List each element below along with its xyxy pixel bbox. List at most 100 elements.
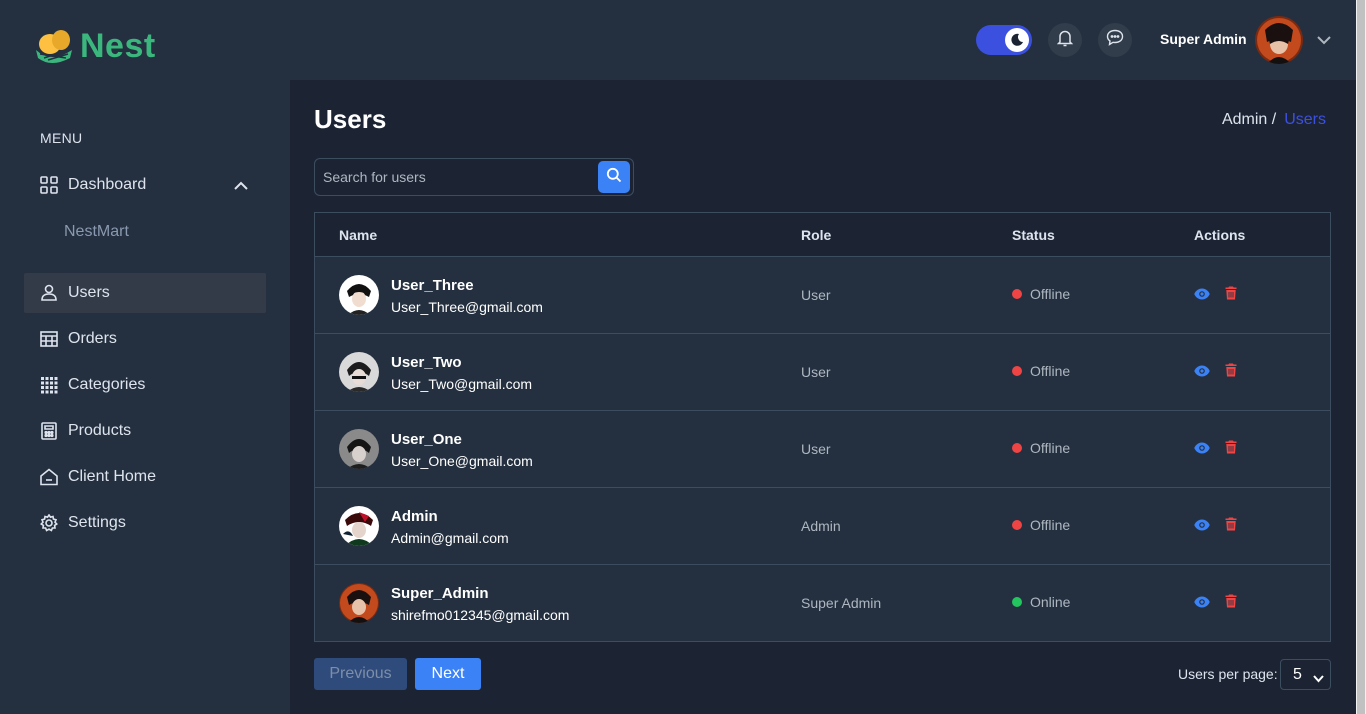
table-icon: [40, 330, 58, 348]
user-role: User: [801, 364, 831, 380]
status-text: Offline: [1030, 363, 1071, 379]
delete-icon[interactable]: [1225, 363, 1237, 382]
sidebar-item-label: Settings: [68, 514, 126, 531]
view-icon[interactable]: [1194, 441, 1210, 459]
sidebar-item-products[interactable]: Products: [24, 411, 266, 451]
sidebar-subitem-nestmart[interactable]: NestMart: [64, 223, 129, 241]
delete-icon[interactable]: [1225, 440, 1237, 459]
status-dot: [1012, 520, 1022, 530]
messages-button[interactable]: [1098, 23, 1132, 57]
menu-heading: MENU: [40, 130, 83, 146]
calculator-icon: [40, 422, 58, 440]
user-name: User_Two: [391, 354, 462, 371]
delete-icon[interactable]: [1225, 286, 1237, 305]
user-name: User_One: [391, 431, 462, 448]
nest-logo-icon: [26, 24, 76, 68]
header-avatar[interactable]: [1255, 16, 1303, 64]
sidebar-item-client-home[interactable]: Client Home: [24, 457, 266, 497]
user-status: Offline: [1012, 286, 1070, 302]
dots-grid-icon: [40, 376, 58, 394]
bell-icon: [1056, 29, 1074, 52]
scrollbar-thumb[interactable]: [1357, 0, 1365, 714]
user-role: Super Admin: [801, 595, 882, 611]
user-email: Admin@gmail.com: [391, 530, 509, 546]
sidebar: Nest MENU Dashboard NestMart Users Order…: [0, 0, 290, 714]
sidebar-item-categories[interactable]: Categories: [24, 365, 266, 405]
sidebar-item-dashboard[interactable]: Dashboard: [24, 165, 266, 205]
sidebar-item-label: Categories: [68, 376, 146, 393]
table-row: Admin Admin@gmail.com Admin Offline: [315, 488, 1330, 565]
sidebar-item-label: Orders: [68, 330, 117, 347]
user-status: Offline: [1012, 440, 1070, 456]
scrollbar[interactable]: [1356, 0, 1366, 714]
sidebar-item-orders[interactable]: Orders: [24, 319, 266, 359]
delete-icon[interactable]: [1225, 517, 1237, 536]
sidebar-item-label: Users: [68, 284, 110, 301]
status-dot: [1012, 366, 1022, 376]
chevron-down-icon[interactable]: [1317, 32, 1331, 50]
sidebar-item-users[interactable]: Users: [24, 273, 266, 313]
chat-icon: [1106, 29, 1124, 51]
search-input[interactable]: [315, 159, 595, 195]
sidebar-item-label: Products: [68, 422, 132, 439]
home-icon: [40, 468, 58, 486]
avatar: [339, 275, 379, 315]
breadcrumb-current[interactable]: Users: [1284, 111, 1326, 129]
delete-icon[interactable]: [1225, 594, 1237, 613]
status-text: Offline: [1030, 286, 1071, 302]
table-row: Super_Admin shirefmo012345@gmail.com Sup…: [315, 565, 1330, 642]
user-status: Online: [1012, 594, 1070, 610]
per-page-select[interactable]: 5: [1280, 659, 1331, 690]
status-dot: [1012, 597, 1022, 607]
avatar: [339, 506, 379, 546]
status-text: Online: [1030, 594, 1071, 610]
view-icon[interactable]: [1194, 364, 1210, 382]
view-icon[interactable]: [1194, 287, 1210, 305]
page-title: Users: [314, 104, 387, 134]
table-row: User_One User_One@gmail.com User Offline: [315, 411, 1330, 488]
user-name: Super_Admin: [391, 585, 489, 602]
per-page-label: Users per page:: [1178, 666, 1278, 682]
app-name: Nest: [80, 26, 156, 65]
search-icon: [606, 167, 622, 188]
status-dot: [1012, 289, 1022, 299]
previous-button[interactable]: Previous: [314, 658, 407, 690]
moon-icon: [1005, 28, 1029, 52]
column-header-actions: Actions: [1194, 227, 1246, 243]
table-row: User_Three User_Three@gmail.com User Off…: [315, 257, 1330, 334]
users-table: Name Role Status Actions User_Three User…: [314, 212, 1331, 642]
table-row: User_Two User_Two@gmail.com User Offline: [315, 334, 1330, 411]
column-header-name: Name: [339, 227, 378, 243]
app-logo[interactable]: Nest: [26, 24, 156, 68]
user-status: Offline: [1012, 363, 1070, 379]
avatar: [339, 352, 379, 392]
notifications-button[interactable]: [1048, 23, 1082, 57]
user-email: User_Three@gmail.com: [391, 299, 543, 315]
view-icon[interactable]: [1194, 595, 1210, 613]
header-user-name[interactable]: Super Admin: [1160, 31, 1247, 47]
search-button[interactable]: [598, 161, 630, 193]
dark-mode-toggle[interactable]: [976, 25, 1032, 55]
column-header-role: Role: [801, 227, 832, 243]
breadcrumb: Admin / Users: [1222, 111, 1326, 129]
view-icon[interactable]: [1194, 518, 1210, 536]
status-text: Offline: [1030, 440, 1071, 456]
user-name: Admin: [391, 508, 438, 525]
avatar: [339, 429, 379, 469]
avatar: [339, 583, 379, 623]
column-header-status: Status: [1012, 227, 1055, 243]
user-email: User_One@gmail.com: [391, 453, 533, 469]
per-page-value: 5: [1293, 665, 1302, 683]
sidebar-item-settings[interactable]: Settings: [24, 503, 266, 543]
user-status: Offline: [1012, 517, 1070, 533]
grid-icon: [40, 176, 58, 194]
breadcrumb-parent[interactable]: Admin /: [1222, 111, 1276, 129]
user-role: Admin: [801, 518, 841, 534]
next-button[interactable]: Next: [415, 658, 481, 690]
user-icon: [40, 284, 58, 302]
chevron-up-icon[interactable]: [234, 177, 248, 195]
search-bar: [314, 158, 634, 196]
sidebar-item-label: Dashboard: [68, 176, 147, 193]
top-header: Super Admin: [290, 0, 1356, 80]
status-text: Offline: [1030, 517, 1071, 533]
